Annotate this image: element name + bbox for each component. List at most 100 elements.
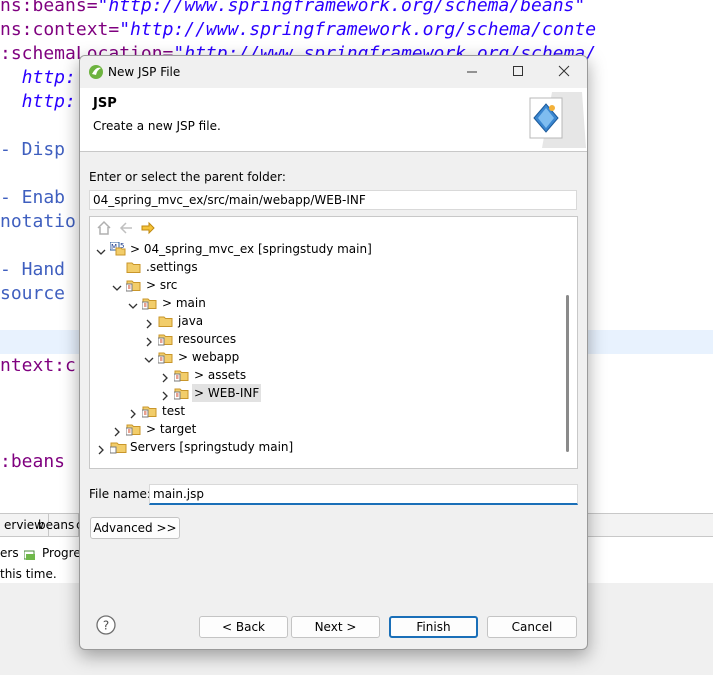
folder-icon [157, 332, 174, 346]
tree-row-label: > src [146, 278, 178, 292]
code-line: :beans [0, 450, 65, 474]
code-token: - Enab [0, 187, 66, 208]
tree-scrollbar[interactable] [566, 295, 569, 452]
view-servers[interactable]: ers [0, 542, 19, 564]
code-token: http: [0, 67, 76, 88]
forward-arrow-icon[interactable] [140, 220, 156, 236]
code-token: - Hand [0, 259, 66, 280]
chevron-down-icon[interactable] [128, 298, 138, 309]
folder-icon [157, 350, 174, 364]
file-name-label: File name: [89, 487, 151, 501]
tree-row-label: > main [162, 296, 206, 310]
chevron-right-icon[interactable] [144, 316, 154, 329]
tree-row[interactable]: .settings [90, 258, 560, 276]
dialog-titlebar[interactable]: New JSP File [80, 56, 587, 88]
code-token: ntext:c [0, 355, 76, 376]
status-text: this time. [0, 567, 57, 581]
cancel-button[interactable]: Cancel [487, 616, 577, 638]
tree-row-label: Servers [springstudy main] [130, 440, 294, 454]
code-token: :beans [0, 451, 66, 472]
code-line: ns:beans="http://www.springframework.org… [0, 0, 585, 18]
folder-icon [125, 422, 142, 436]
code-token: "http://www.springframework.org/schema/b… [97, 0, 586, 16]
chevron-right-icon[interactable] [160, 388, 170, 401]
maximize-icon[interactable] [495, 56, 541, 88]
home-icon[interactable] [96, 220, 112, 236]
chevron-right-icon[interactable] [160, 370, 170, 383]
tree-row[interactable]: > target [90, 420, 560, 438]
cancel-label: Cancel [511, 620, 553, 634]
progress-icon [23, 546, 38, 560]
maven-project-icon: M5 [109, 241, 126, 256]
tree-row[interactable]: test [90, 402, 560, 420]
new-jsp-file-dialog: New JSP File JSP Create a new JSP file. … [79, 55, 588, 650]
code-token: "http://www.springframework.org/schema/c… [119, 19, 597, 40]
tree-row-label: resources [178, 332, 237, 346]
back-label: < Back [221, 620, 265, 634]
tree-row-label: > WEB-INF [192, 384, 262, 402]
code-token: ns:beans= [0, 0, 98, 16]
chevron-right-icon[interactable] [96, 442, 106, 455]
folder-icon [125, 278, 142, 292]
folder-icon [173, 368, 190, 382]
folder-icon [141, 296, 158, 310]
header-subtitle: Create a new JSP file. [93, 119, 221, 133]
chevron-down-icon[interactable] [96, 244, 106, 255]
minimize-icon[interactable] [449, 56, 495, 88]
file-name-input[interactable]: main.jsp [149, 484, 578, 505]
folder-icon [126, 260, 142, 274]
tree-row-label: .settings [146, 260, 198, 274]
svg-text:5: 5 [120, 242, 124, 250]
tree-row[interactable]: resources [90, 330, 560, 348]
advanced-button[interactable]: Advanced >> [90, 517, 180, 539]
folder-tree[interactable]: M 5 > 04_spring_mvc_ex [springstudy main].… [89, 216, 578, 469]
code-token: http: [0, 91, 76, 112]
close-icon[interactable] [541, 56, 587, 88]
tree-row[interactable]: java [90, 312, 560, 330]
next-label: Next > [314, 620, 357, 634]
parent-folder-input[interactable]: 04_spring_mvc_ex/src/main/webapp/WEB-INF [89, 190, 577, 210]
finish-label: Finish [416, 620, 451, 634]
code-line: notatio [0, 210, 76, 234]
code-token: notatio [0, 211, 76, 232]
advanced-label: Advanced >> [93, 521, 177, 535]
dialog-header: JSP Create a new JSP file. [80, 88, 587, 152]
folder-icon [158, 314, 174, 328]
eclipse-spring-icon [88, 64, 104, 80]
header-title: JSP [93, 96, 117, 111]
servers-project-icon [109, 440, 127, 454]
chevron-down-icon[interactable] [112, 280, 122, 291]
tree-row-label: > assets [194, 368, 247, 382]
tree-row-label: > target [146, 422, 197, 436]
code-line: ns:context="http://www.springframework.o… [0, 18, 596, 42]
tree-row[interactable]: > src [90, 276, 560, 294]
tree-row-label: > webapp [178, 350, 240, 364]
jsp-wizard-banner-icon [512, 88, 587, 151]
tree-row-label: test [162, 404, 186, 418]
parent-folder-label: Enter or select the parent folder: [89, 170, 286, 184]
help-icon[interactable]: ? [96, 615, 116, 635]
tree-row-label: > 04_spring_mvc_ex [springstudy main] [130, 242, 372, 256]
next-button[interactable]: Next > [291, 616, 380, 638]
chevron-right-icon[interactable] [144, 334, 154, 347]
code-token: source [0, 283, 66, 304]
tree-row[interactable]: > main [90, 294, 560, 312]
chevron-right-icon[interactable] [128, 406, 138, 419]
tree-row[interactable]: Servers [springstudy main] [90, 438, 560, 456]
chevron-down-icon[interactable] [144, 352, 154, 363]
back-button[interactable]: < Back [199, 616, 288, 638]
folder-icon [173, 386, 190, 400]
tree-row-label: java [178, 314, 204, 328]
folder-icon [141, 404, 158, 418]
svg-text:?: ? [103, 619, 109, 633]
finish-button[interactable]: Finish [389, 616, 478, 638]
back-arrow-icon[interactable] [118, 220, 134, 236]
code-token: ns:context= [0, 19, 120, 40]
tree-row[interactable]: M 5 > 04_spring_mvc_ex [springstudy main] [90, 240, 560, 258]
tree-row[interactable]: > webapp [90, 348, 560, 366]
tree-row[interactable]: > WEB-INF [90, 384, 560, 402]
tree-row[interactable]: > assets [90, 366, 560, 384]
chevron-right-icon[interactable] [112, 424, 122, 437]
code-token: - Disp [0, 139, 66, 160]
